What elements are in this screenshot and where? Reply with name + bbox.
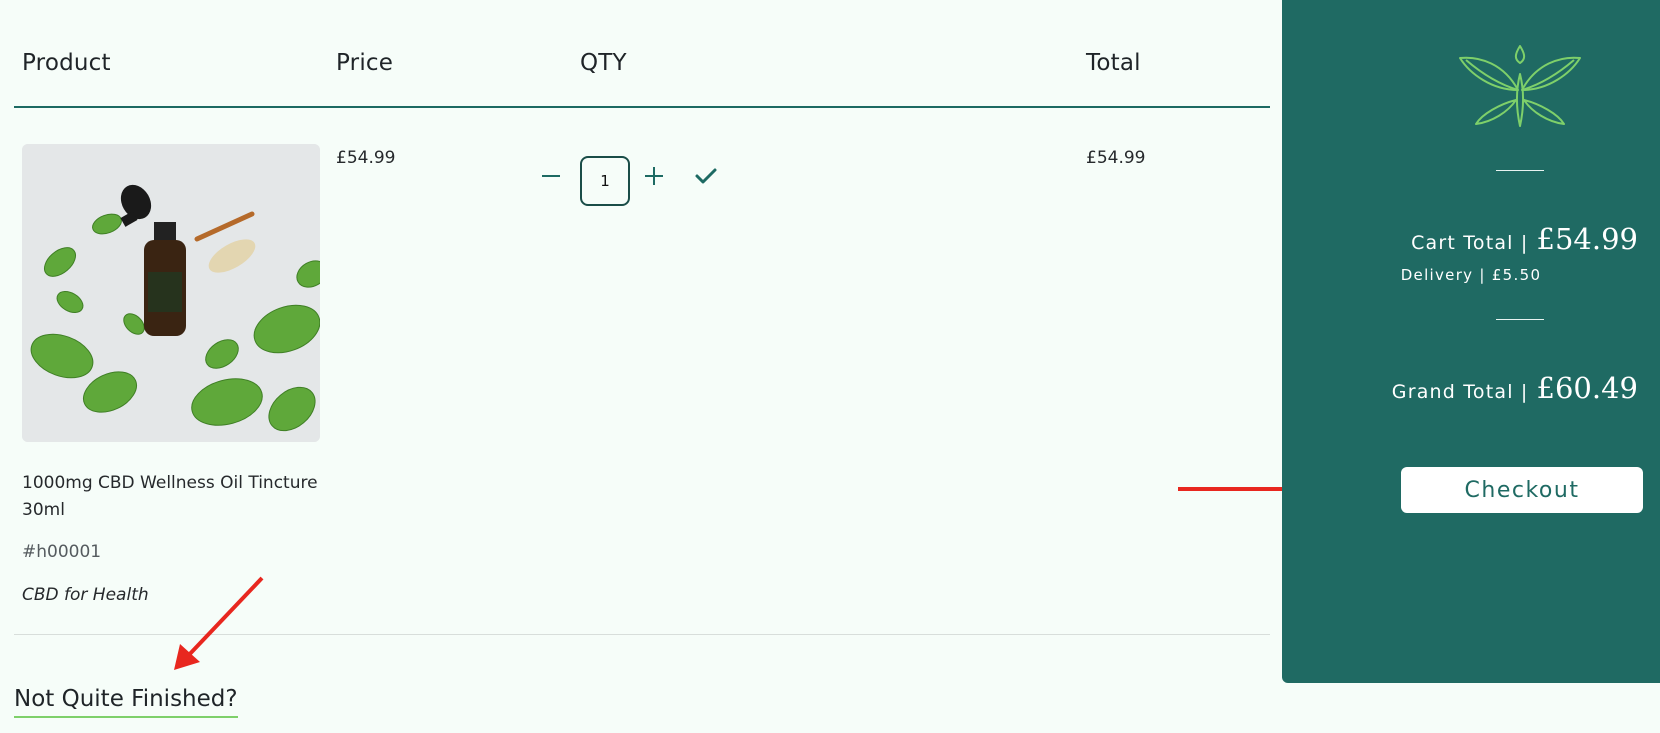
product-sku: #h00001: [22, 542, 102, 562]
product-image[interactable]: [22, 144, 320, 442]
product-category: CBD for Health: [22, 585, 149, 605]
increase-qty-button[interactable]: [639, 161, 669, 191]
grand-total-row: Grand Total | £60.49: [1392, 371, 1638, 405]
grand-total-value: £60.49: [1536, 371, 1638, 405]
update-qty-button[interactable]: [691, 161, 721, 191]
annotation-arrow-upsell: [174, 576, 264, 670]
item-total: £54.99: [1086, 148, 1146, 168]
header-qty: QTY: [580, 50, 627, 76]
quantity-input[interactable]: [580, 156, 630, 206]
summary-divider-top: [1496, 170, 1544, 171]
upsell-heading: Not Quite Finished?: [14, 686, 238, 718]
header-price: Price: [336, 50, 394, 76]
header-product: Product: [22, 50, 111, 76]
check-icon: [695, 168, 717, 184]
decrease-qty-button[interactable]: [536, 161, 566, 191]
product-name[interactable]: 1000mg CBD Wellness Oil Tincture 30ml: [22, 470, 322, 524]
summary-divider-bottom: [1496, 319, 1544, 320]
product-photo: [22, 144, 320, 442]
cart-total-row: Cart Total | £54.99: [1411, 222, 1638, 256]
cart-total-label: Cart Total |: [1411, 232, 1529, 254]
delivery-line: Delivery | £5.50: [1400, 266, 1542, 284]
cart-table: Product Price QTY Total 1000mg CBD Welln…: [0, 0, 1282, 733]
plus-icon: [645, 167, 663, 185]
leaf-drop-logo: [1459, 45, 1581, 127]
order-summary-panel: Cart Total | £54.99 Delivery | £5.50 Gra…: [1282, 0, 1660, 683]
checkout-button[interactable]: Checkout: [1401, 467, 1643, 513]
item-price: £54.99: [336, 148, 396, 168]
header-total: Total: [1086, 50, 1141, 76]
header-divider: [14, 106, 1270, 108]
cart-total-value: £54.99: [1536, 222, 1638, 256]
grand-total-label: Grand Total |: [1391, 381, 1529, 403]
minus-icon: [542, 175, 560, 177]
